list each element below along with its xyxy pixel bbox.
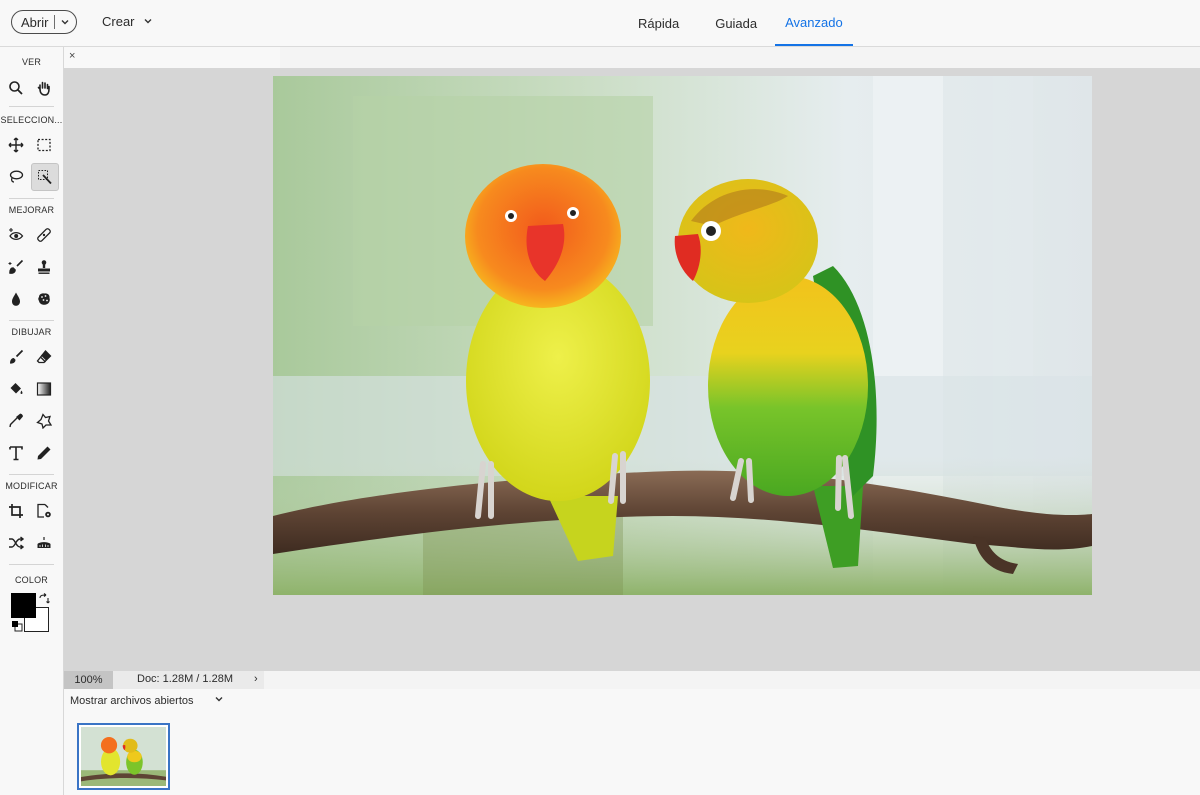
smart-brush-icon[interactable] xyxy=(3,254,29,280)
create-menu[interactable]: Crear xyxy=(102,14,153,29)
tab-quick[interactable]: Rápida xyxy=(620,0,697,46)
divider xyxy=(9,320,54,321)
eraser-icon[interactable] xyxy=(31,344,57,370)
tab-guided-label: Guiada xyxy=(715,15,758,31)
section-modify-label: MODIFICAR xyxy=(5,481,58,491)
divider xyxy=(9,564,54,565)
top-bar: Abrir Crear Rápida Guiada Avanzado xyxy=(0,0,1200,47)
tab-guided[interactable]: Guiada xyxy=(697,0,775,46)
create-label: Crear xyxy=(102,14,135,29)
section-draw-label: DIBUJAR xyxy=(11,327,52,337)
document-image[interactable] xyxy=(273,76,1092,595)
photo-bin xyxy=(64,713,1200,795)
document-size: Doc: 1.28M / 1.28M xyxy=(137,673,233,685)
eyedropper-icon[interactable] xyxy=(3,408,29,434)
show-open-files-dropdown[interactable]: Mostrar archivos abiertos xyxy=(70,695,194,707)
section-enhance-label: MEJORAR xyxy=(8,205,55,215)
tools-panel: VER SELECCION... MEJORAR DIBUJAR MODIFIC… xyxy=(0,47,64,795)
type-icon[interactable] xyxy=(3,440,29,466)
section-color-label: COLOR xyxy=(14,575,48,585)
blur-icon[interactable] xyxy=(3,286,29,312)
red-eye-icon[interactable] xyxy=(3,222,29,248)
gradient-icon[interactable] xyxy=(31,376,57,402)
divider xyxy=(9,198,54,199)
section-select-label: SELECCION... xyxy=(0,115,63,125)
spot-healing-icon[interactable] xyxy=(31,222,57,248)
open-button[interactable]: Abrir xyxy=(11,10,77,34)
sponge-icon[interactable] xyxy=(31,286,57,312)
tab-quick-label: Rápida xyxy=(638,15,680,31)
chevron-down-icon[interactable] xyxy=(214,694,224,707)
zoom-level[interactable]: 100% xyxy=(64,671,113,689)
chevron-down-icon[interactable] xyxy=(55,12,75,32)
divider xyxy=(9,106,54,107)
content-aware-move-icon[interactable] xyxy=(3,530,29,556)
swap-colors-icon[interactable] xyxy=(38,593,50,605)
section-view-label: VER xyxy=(21,57,42,67)
move-icon[interactable] xyxy=(3,132,29,158)
status-bar: 100% Doc: 1.28M / 1.28M › xyxy=(64,671,1200,689)
lasso-icon[interactable] xyxy=(3,164,29,190)
mode-tabs: Rápida Guiada Avanzado xyxy=(620,0,853,46)
foreground-color-swatch[interactable] xyxy=(11,593,36,618)
tab-expert-label: Avanzado xyxy=(785,14,843,30)
status-menu-arrow[interactable]: › xyxy=(254,673,258,685)
open-file-thumbnail[interactable] xyxy=(77,723,170,790)
document-tab[interactable]: × xyxy=(64,47,280,69)
default-colors-icon[interactable] xyxy=(11,620,23,632)
marquee-icon[interactable] xyxy=(31,132,57,158)
open-button-label: Abrir xyxy=(21,14,49,30)
brush-icon[interactable] xyxy=(3,344,29,370)
hand-icon[interactable] xyxy=(31,75,57,101)
photo-bin-header: Mostrar archivos abiertos xyxy=(64,689,1200,714)
close-icon[interactable]: × xyxy=(69,50,75,62)
pencil-icon[interactable] xyxy=(31,440,57,466)
status-bar-empty xyxy=(264,671,1200,689)
zoom-icon[interactable] xyxy=(3,75,29,101)
recompose-icon[interactable] xyxy=(31,498,57,524)
crop-icon[interactable] xyxy=(3,498,29,524)
quick-selection-icon[interactable] xyxy=(31,163,59,191)
clone-stamp-icon[interactable] xyxy=(31,254,57,280)
paint-bucket-icon[interactable] xyxy=(3,376,29,402)
chevron-down-icon xyxy=(143,14,153,29)
custom-shape-icon[interactable] xyxy=(31,408,57,434)
straighten-icon[interactable] xyxy=(31,530,57,556)
tab-expert[interactable]: Avanzado xyxy=(775,0,853,46)
divider xyxy=(9,474,54,475)
